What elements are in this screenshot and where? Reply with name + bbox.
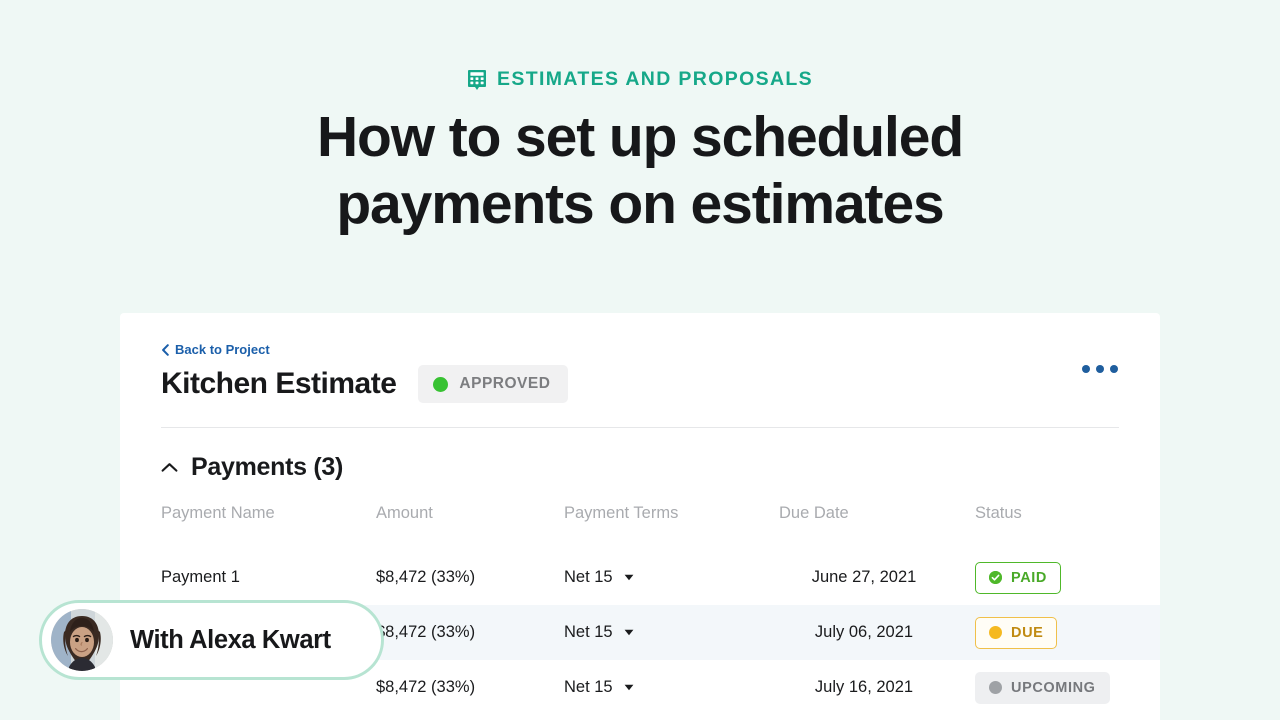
presenter-overlay: With Alexa Kwart [39,600,384,680]
approved-status-badge[interactable]: APPROVED [418,365,569,403]
status-dot-icon [433,376,449,392]
eyebrow-label: ESTIMATES AND PROPOSALS [0,68,1280,91]
status-badge[interactable]: PAID [975,561,1061,594]
status-badge[interactable]: DUE [975,616,1058,649]
cell-payment-terms: Net 15 [564,568,779,587]
eyebrow-text: ESTIMATES AND PROPOSALS [497,68,813,90]
payments-collapse-toggle[interactable]: Payments (3) [161,453,343,482]
status-badge[interactable]: UPCOMING [975,671,1110,704]
chevron-down-icon [624,684,634,691]
column-header-payment-name: Payment Name [161,504,275,522]
status-badge-label: PAID [1011,569,1047,586]
chevron-up-icon [161,462,178,473]
cell-amount: $8,472 (33%) [376,623,476,641]
payment-terms-dropdown[interactable]: Net 15 [564,568,634,587]
cell-amount: $8,472 (33%) [376,678,476,696]
hero-section: ESTIMATES AND PROPOSALS How to set up sc… [0,0,1280,237]
check-circle-icon [989,571,1002,584]
status-badge-label: UPCOMING [1011,679,1096,696]
chevron-down-icon [624,574,634,581]
dot-icon [989,681,1002,694]
dot-icon [989,626,1002,639]
cell-due-date: July 16, 2021 [779,678,975,697]
cell-status: UPCOMING [975,671,1119,704]
cell-status: PAID [975,561,1119,594]
back-to-project-label: Back to Project [175,342,270,357]
cell-payment-terms: Net 15 [564,678,779,697]
card-header: Back to Project Kitchen Estimate APPROVE… [120,342,1160,403]
table-row[interactable]: Payment 1 $8,472 (33%) Net 15 June 27, 2… [120,550,1160,605]
calculator-icon [467,69,487,91]
payment-terms-dropdown[interactable]: Net 15 [564,678,634,697]
chevron-down-icon [624,629,634,636]
presenter-avatar [51,609,113,671]
page-title-line-2: payments on estimates [336,171,944,236]
avatar [51,609,113,671]
kebab-dot-3 [1110,365,1118,373]
due-date-value: July 06, 2021 [814,623,914,641]
payment-terms-value: Net 15 [564,623,613,641]
cell-status: DUE [975,616,1119,649]
kebab-dot-2 [1096,365,1104,373]
payments-section-header: Payments (3) [120,453,1160,482]
estimate-title: Kitchen Estimate [161,367,397,400]
column-header-payment-terms: Payment Terms [564,504,679,522]
cell-amount: $8,472 (33%) [376,568,476,586]
approved-status-label: APPROVED [459,375,551,392]
cell-payment-name: Payment 1 [161,568,240,586]
payment-terms-dropdown[interactable]: Net 15 [564,623,634,642]
back-to-project-link[interactable]: Back to Project [161,342,270,357]
presenter-name: With Alexa Kwart [130,625,331,654]
page-title: How to set up scheduled payments on esti… [0,104,1280,237]
estimate-title-row: Kitchen Estimate APPROVED [161,365,1119,403]
header-divider [161,427,1119,428]
status-badge-label: DUE [1011,624,1044,641]
kebab-dot-1 [1082,365,1090,373]
due-date-value: July 16, 2021 [814,678,914,696]
table-header-row: Payment Name Amount Payment Terms Due Da… [120,504,1160,550]
due-date-value: June 27, 2021 [811,568,917,586]
column-header-due-date: Due Date [779,504,849,522]
cell-payment-terms: Net 15 [564,623,779,642]
payment-terms-value: Net 15 [564,568,613,586]
chevron-left-icon [161,343,169,356]
cell-due-date: July 06, 2021 [779,623,975,642]
cell-due-date: June 27, 2021 [779,568,975,587]
column-header-amount: Amount [376,504,433,522]
overflow-menu-button[interactable] [1082,365,1118,373]
column-header-status: Status [975,504,1022,522]
payments-heading: Payments (3) [191,453,344,481]
payment-terms-value: Net 15 [564,678,613,696]
page-title-line-1: How to set up scheduled [316,105,964,169]
